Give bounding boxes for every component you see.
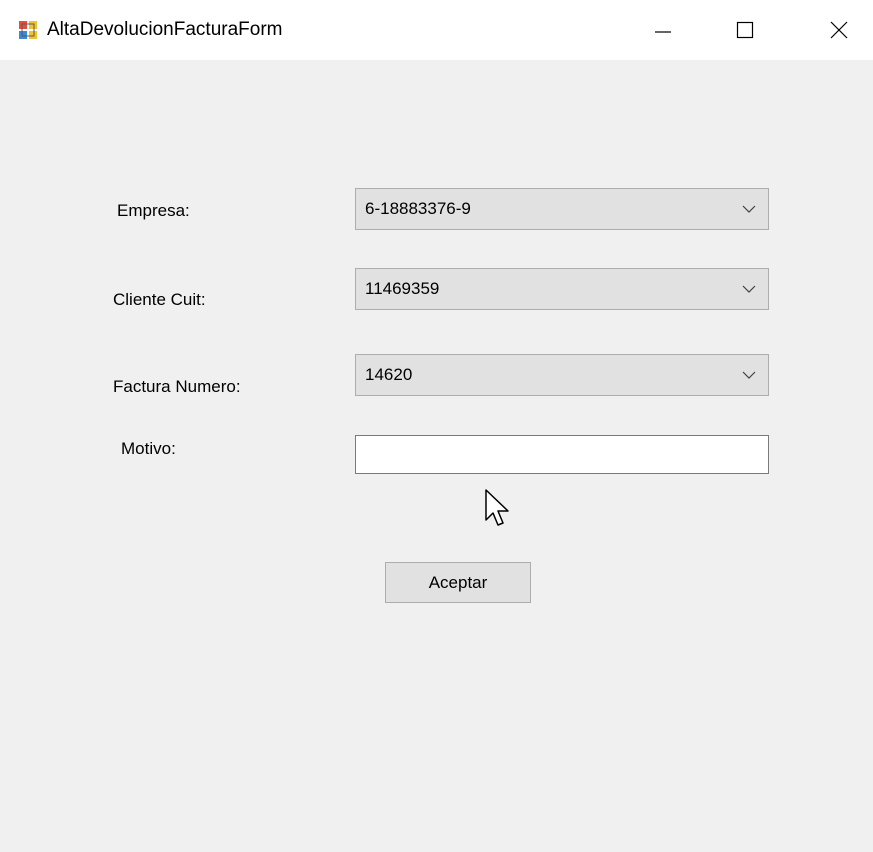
empresa-value: 6-18883376-9 <box>365 199 471 218</box>
app-icon <box>19 21 37 39</box>
chevron-down-icon <box>742 285 756 293</box>
motivo-label: Motivo: <box>121 439 176 458</box>
factura-numero-combobox[interactable]: 14620 <box>355 354 769 396</box>
maximize-button[interactable] <box>717 0 773 60</box>
cliente-cuit-value: 11469359 <box>365 279 440 298</box>
cliente-cuit-combobox[interactable]: 11469359 <box>355 268 769 310</box>
close-button[interactable] <box>811 0 867 60</box>
form-client-area: Empresa: 6-18883376-9 Cliente Cuit: 1146… <box>0 60 873 852</box>
empresa-combobox[interactable]: 6-18883376-9 <box>355 188 769 230</box>
chevron-down-icon <box>742 205 756 213</box>
empresa-label: Empresa: <box>117 201 190 220</box>
aceptar-button[interactable]: Aceptar <box>385 562 531 603</box>
close-icon <box>830 21 848 39</box>
window: AltaDevolucionFacturaForm Empresa: 6-188… <box>0 0 873 852</box>
motivo-input[interactable] <box>355 435 769 474</box>
factura-numero-label: Factura Numero: <box>113 377 241 396</box>
factura-numero-value: 14620 <box>365 365 413 384</box>
maximize-icon <box>736 21 754 39</box>
chevron-down-icon <box>742 371 756 379</box>
mouse-pointer-icon <box>485 489 509 526</box>
minimize-icon <box>655 31 671 33</box>
minimize-button[interactable] <box>635 0 691 60</box>
window-title: AltaDevolucionFacturaForm <box>47 19 283 40</box>
cliente-cuit-label: Cliente Cuit: <box>113 290 206 309</box>
title-bar[interactable]: AltaDevolucionFacturaForm <box>0 0 873 60</box>
